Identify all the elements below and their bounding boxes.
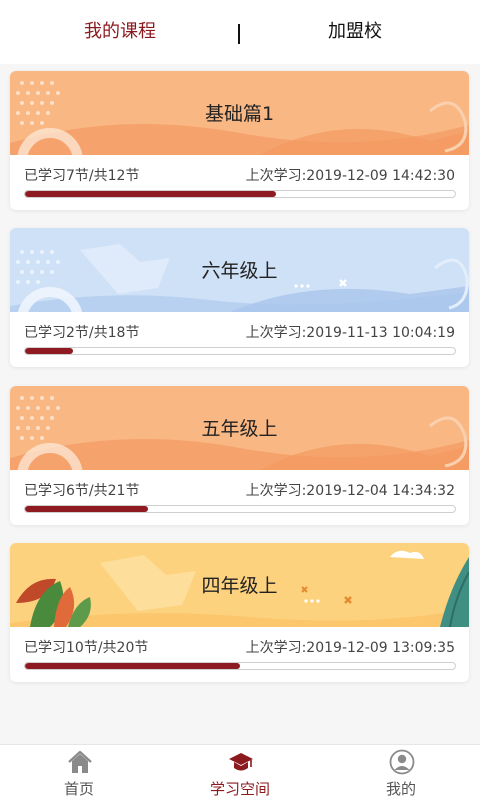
course-banner-orange: 五年级上 <box>10 386 469 470</box>
course-last-study: 上次学习:2019-12-04 14:34:32 <box>245 483 455 499</box>
course-progress-bar <box>24 505 456 513</box>
bottom-nav-bar: 首页 学习空间 我的 <box>0 744 480 800</box>
course-banner-yellow: 四年级上 <box>10 543 469 627</box>
nav-mine-label: 我的 <box>385 780 416 798</box>
course-progress-text: 已学习2节/共18节 <box>24 325 140 341</box>
nav-study-space-label: 学习空间 <box>209 780 270 798</box>
nav-mine[interactable]: 我的 <box>341 745 461 800</box>
course-last-study: 上次学习:2019-12-09 14:42:30 <box>245 168 455 184</box>
course-progress-fill <box>25 191 276 197</box>
course-title: 五年级上 <box>201 418 278 440</box>
course-progress-fill <box>25 506 148 512</box>
tab-join-school[interactable]: 加盟校 <box>328 18 382 46</box>
course-last-study: 上次学习:2019-11-13 10:04:19 <box>245 325 455 341</box>
nav-home-label: 首页 <box>63 780 94 798</box>
course-progress-fill <box>25 663 240 669</box>
tab-divider <box>238 24 240 44</box>
course-progress-bar <box>24 190 456 198</box>
course-card[interactable]: 四年级上 已学习10节/共20节 上次学习:2019-12-09 13:09:3… <box>10 543 469 682</box>
user-icon <box>389 749 415 775</box>
tab-my-courses[interactable]: 我的课程 <box>84 18 156 46</box>
course-progress-bar <box>24 662 456 670</box>
course-card[interactable]: 六年级上 已学习2节/共18节 上次学习:2019-11-13 10:04:19 <box>10 228 469 367</box>
nav-study-space[interactable]: 学习空间 <box>180 745 300 800</box>
course-banner-orange: 基础篇1 <box>10 71 469 155</box>
course-progress-text: 已学习10节/共20节 <box>24 640 149 656</box>
course-title: 基础篇1 <box>204 103 275 125</box>
course-progress-text: 已学习6节/共21节 <box>24 483 140 499</box>
course-last-study: 上次学习:2019-12-09 13:09:35 <box>245 640 455 656</box>
home-icon <box>68 750 92 773</box>
graduation-cap-icon <box>229 753 253 771</box>
course-card[interactable]: 基础篇1 已学习7节/共12节 上次学习:2019-12-09 14:42:30 <box>10 71 469 210</box>
course-banner-blue: 六年级上 <box>10 228 469 312</box>
course-progress-text: 已学习7节/共12节 <box>24 168 140 184</box>
course-progress-fill <box>25 348 73 354</box>
course-progress-bar <box>24 347 456 355</box>
top-tab-bar: 我的课程 加盟校 <box>0 0 480 64</box>
course-title: 四年级上 <box>201 575 278 597</box>
course-title: 六年级上 <box>201 260 278 282</box>
nav-home[interactable]: 首页 <box>19 745 139 800</box>
course-card[interactable]: 五年级上 已学习6节/共21节 上次学习:2019-12-04 14:34:32 <box>10 386 469 525</box>
